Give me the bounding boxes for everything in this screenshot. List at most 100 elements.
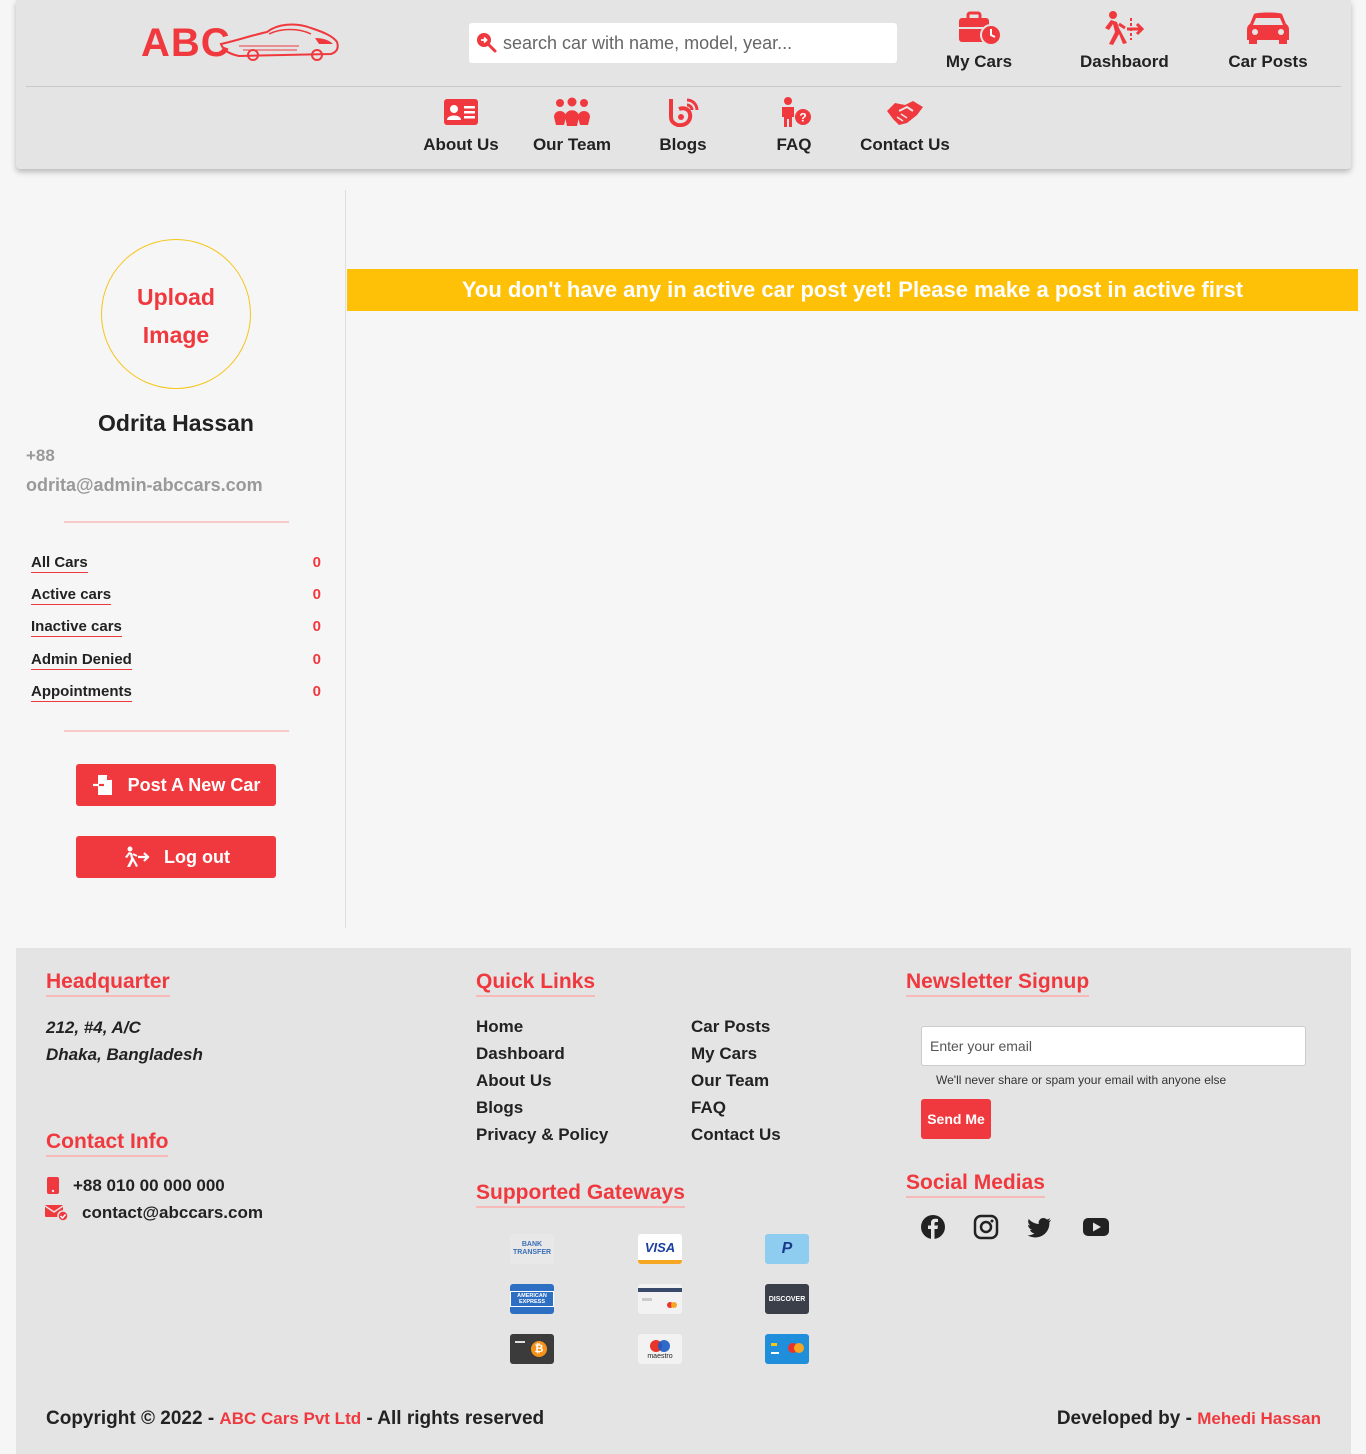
stat-inactive-cars-count: 0	[312, 618, 321, 635]
nav-contact-us[interactable]: Contact Us	[859, 97, 951, 155]
footer-link-blogs[interactable]: Blogs	[476, 1098, 523, 1118]
stat-all-cars-link[interactable]: All Cars	[31, 554, 88, 573]
person-exit-icon	[1105, 11, 1145, 45]
contact-info-title: Contact Info	[46, 1130, 169, 1157]
user-phone: +88	[26, 446, 55, 465]
stat-inactive-cars-link[interactable]: Inactive cars	[31, 618, 122, 637]
nav-blogs[interactable]: Blogs	[643, 97, 723, 155]
footer-link-about-us[interactable]: About Us	[476, 1071, 552, 1091]
site-footer: Headquarter 212, #4, A/C Dhaka, Banglade…	[16, 948, 1351, 1454]
logout-button[interactable]: Log out	[76, 836, 276, 878]
facebook-icon[interactable]	[920, 1214, 946, 1240]
upload-image-button[interactable]: Upload Image	[101, 239, 251, 389]
search-box	[469, 23, 897, 63]
developer-credit: Developed by - Mehedi Hassan	[1057, 1408, 1321, 1430]
instagram-icon[interactable]	[973, 1214, 999, 1240]
logo[interactable]: ABC	[141, 18, 341, 66]
paypal-text: P	[781, 1240, 793, 1257]
nav-blogs-label: Blogs	[659, 135, 707, 154]
visa-text: VISA	[644, 1239, 676, 1255]
mastercard-icon	[771, 1343, 804, 1354]
developer-prefix: Developed by -	[1056, 1408, 1198, 1429]
discover-text: DISCOVER	[768, 1295, 806, 1303]
search-icon[interactable]	[475, 31, 497, 53]
newsletter-title: Newsletter Signup	[906, 970, 1090, 997]
stat-admin-denied-link[interactable]: Admin Denied	[31, 651, 132, 670]
footer-link-dashboard[interactable]: Dashboard	[476, 1044, 565, 1064]
briefcase-clock-icon	[959, 11, 1002, 46]
generic-card-badge	[638, 1284, 682, 1314]
newsletter-send-button[interactable]: Send Me	[921, 1099, 991, 1139]
footer-link-faq[interactable]: FAQ	[691, 1098, 726, 1118]
visa-badge: VISA	[638, 1234, 682, 1264]
bitcoin-text: ₿	[531, 1341, 547, 1357]
nav-car-posts[interactable]: Car Posts	[1228, 10, 1308, 72]
copyright-text: Copyright © 2022 - ABC Cars Pvt Ltd - Al…	[46, 1408, 544, 1430]
bitcoin-badge: ₿	[510, 1334, 554, 1364]
maestro-badge: maestro	[638, 1334, 682, 1364]
nav-my-cars[interactable]: My Cars	[944, 10, 1014, 72]
sidebar-divider-top	[64, 521, 289, 523]
footer-link-my-cars[interactable]: My Cars	[691, 1044, 757, 1064]
american-express-text: AMERICAN EXPRESS	[510, 1291, 554, 1307]
upload-label-line1: Upload	[137, 284, 215, 310]
stat-active-cars-link[interactable]: Active cars	[31, 586, 112, 605]
bitcoin-card-line	[515, 1341, 525, 1343]
person-exit-icon	[125, 846, 150, 867]
nav-dashboard-label: Dashbaord	[1080, 52, 1169, 71]
stat-all-cars: All Cars 0	[31, 554, 321, 578]
stat-all-cars-count: 0	[312, 554, 321, 571]
mobile-phone-icon	[47, 1177, 59, 1194]
newsletter-help-text: We'll never share or spam your email wit…	[936, 1073, 1227, 1087]
id-card-icon	[444, 99, 478, 125]
company-link[interactable]: ABC Cars Pvt Ltd	[219, 1409, 361, 1428]
newsletter-email-input[interactable]	[921, 1026, 1306, 1066]
headquarter-title: Headquarter	[46, 970, 170, 997]
youtube-icon[interactable]	[1082, 1214, 1110, 1240]
footer-link-our-team[interactable]: Our Team	[691, 1071, 769, 1091]
footer-link-privacy-policy[interactable]: Privacy & Policy	[476, 1125, 608, 1145]
nav-about-us[interactable]: About Us	[421, 97, 501, 155]
credit-card-icon	[638, 1288, 682, 1308]
nav-our-team[interactable]: Our Team	[532, 97, 612, 155]
profile-sidebar: Upload Image Odrita Hassan +88 odrita@ad…	[16, 190, 346, 928]
gateways-title: Supported Gateways	[476, 1181, 685, 1208]
address-line1: 212, #4, A/C	[46, 1018, 141, 1037]
address-line2: Dhaka, Bangladesh	[46, 1045, 203, 1064]
search-input[interactable]	[503, 23, 893, 63]
nav-my-cars-label: My Cars	[945, 52, 1013, 71]
social-medias-title: Social Medias	[906, 1171, 1045, 1198]
stat-appointments-link[interactable]: Appointments	[31, 683, 132, 702]
footer-link-home[interactable]: Home	[476, 1017, 523, 1037]
stat-active-cars: Active cars 0	[31, 586, 321, 610]
stat-appointments: Appointments 0	[31, 683, 321, 707]
people-group-icon	[554, 97, 590, 126]
post-new-car-button[interactable]: Post A New Car	[76, 764, 276, 806]
stat-appointments-count: 0	[312, 683, 321, 700]
inactive-posts-notice: You don't have any in active car post ye…	[347, 269, 1358, 311]
stat-admin-denied-count: 0	[312, 651, 321, 668]
nav-contact-us-label: Contact Us	[860, 135, 950, 154]
person-question-icon: ?	[782, 97, 811, 127]
stat-inactive-cars: Inactive cars 0	[31, 618, 321, 642]
post-new-car-label: Post A New Car	[127, 774, 261, 795]
nav-faq[interactable]: ? FAQ	[754, 97, 834, 155]
file-import-icon	[92, 775, 112, 795]
copyright-suffix: - All rights reserved	[361, 1408, 545, 1429]
nav-our-team-label: Our Team	[532, 135, 612, 154]
maestro-text: maestro	[647, 1352, 673, 1360]
quick-links-title: Quick Links	[476, 970, 596, 997]
nav-dashboard[interactable]: Dashbaord	[1080, 10, 1169, 72]
nav-car-posts-label: Car Posts	[1228, 52, 1308, 71]
site-header: ABC My Cars	[16, 0, 1351, 169]
bank-transfer-badge: BANK TRANSFER	[510, 1234, 554, 1264]
footer-link-contact-us[interactable]: Contact Us	[691, 1125, 781, 1145]
contact-phone: +88 010 00 000 000	[73, 1176, 225, 1195]
footer-link-car-posts[interactable]: Car Posts	[691, 1017, 770, 1037]
sidebar-divider-bottom	[64, 730, 289, 732]
developer-link[interactable]: Mehedi Hassan	[1197, 1409, 1321, 1428]
twitter-icon[interactable]	[1027, 1214, 1053, 1240]
nav-about-us-label: About Us	[423, 135, 499, 154]
bank-transfer-text: BANK TRANSFER	[512, 1241, 552, 1256]
mastercard-card-badge	[765, 1334, 809, 1364]
